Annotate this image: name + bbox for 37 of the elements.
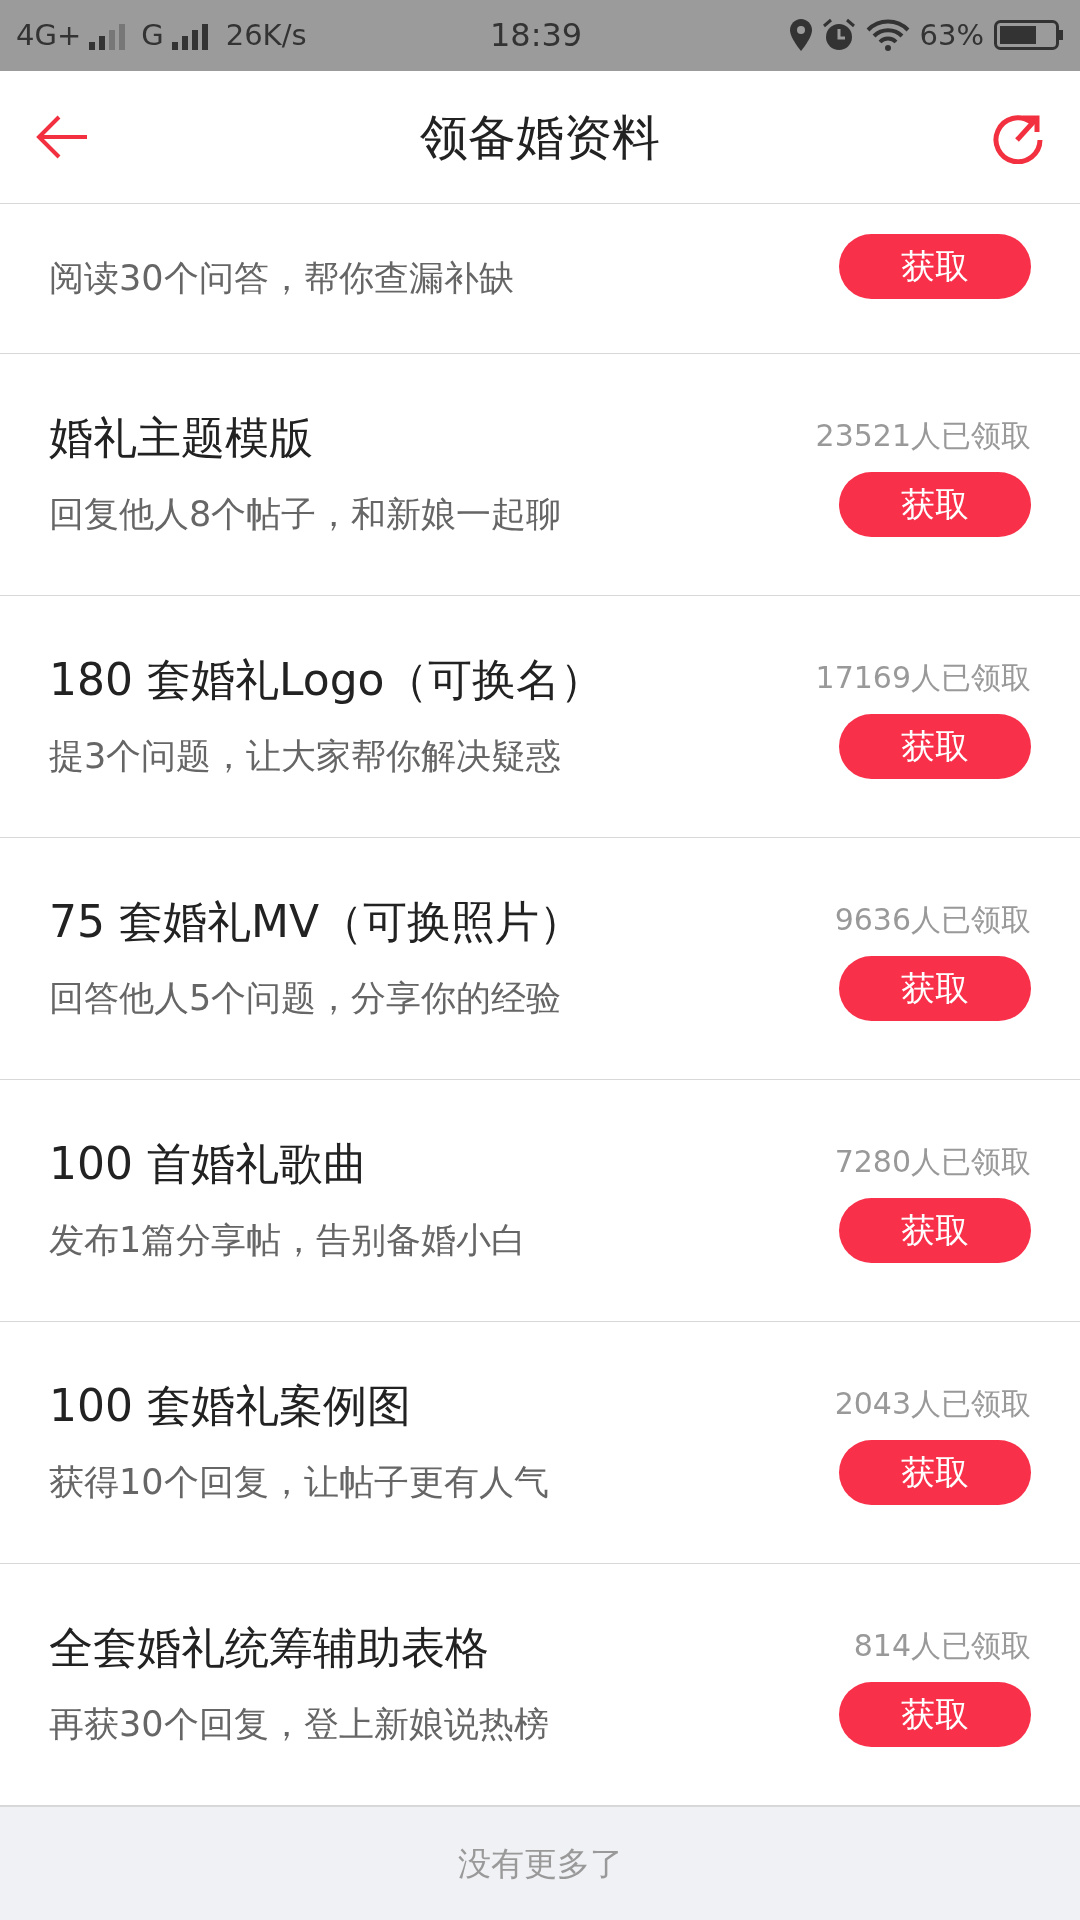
claim-count: 17169人已领取	[815, 659, 1031, 698]
resource-title: 100 套婚礼案例图	[49, 1379, 412, 1434]
claim-count: 2043人已领取	[834, 1385, 1031, 1424]
battery-icon	[994, 20, 1064, 51]
resource-requirement: 再获30个回复，登上新娘说热榜	[49, 1703, 549, 1747]
alarm-icon	[821, 18, 856, 53]
network-label: 4G+	[16, 16, 82, 54]
get-button[interactable]: 获取	[839, 956, 1031, 1022]
resource-requirement: 发布1篇分享帖，告别备婚小白	[49, 1219, 527, 1263]
battery-percent: 63%	[919, 16, 984, 54]
end-of-list-label: 没有更多了	[457, 1842, 623, 1885]
get-button[interactable]: 获取	[839, 1440, 1031, 1506]
get-button[interactable]: 获取	[839, 1198, 1031, 1264]
resource-title: 全套婚礼统筹辅助表格	[49, 1621, 490, 1676]
claim-count: 9636人已领取	[834, 901, 1031, 940]
resource-title: 100 首婚礼歌曲	[49, 1137, 368, 1192]
resource-requirement: 回复他人8个帖子，和新娘一起聊	[49, 493, 562, 537]
get-button[interactable]: 获取	[839, 472, 1031, 538]
network-label: G	[141, 16, 164, 54]
claim-count: 814人已领取	[853, 1627, 1031, 1666]
location-icon	[789, 19, 812, 52]
wifi-icon	[865, 19, 910, 52]
get-button[interactable]: 获取	[839, 234, 1031, 300]
speed-label: 26K/s	[225, 16, 307, 54]
resource-requirement: 获得10个回复，让帖子更有人气	[49, 1461, 549, 1505]
resource-requirement: 提3个问题，让大家帮你解决疑惑	[49, 735, 563, 779]
get-button[interactable]: 获取	[839, 714, 1031, 780]
clock: 18:39	[490, 15, 583, 57]
get-button[interactable]: 获取	[839, 1682, 1031, 1748]
resource-requirement: 回答他人5个问题，分享你的经验	[49, 977, 563, 1021]
resource-title: 婚礼主题模版	[49, 411, 314, 466]
resource-requirement: 阅读30个问答，帮你查漏补缺	[49, 257, 514, 301]
page-title: 领备婚资料	[420, 108, 660, 168]
claim-count: 7280人已领取	[834, 1143, 1031, 1182]
claim-count: 23521人已领取	[815, 417, 1031, 456]
resource-title: 180 套婚礼Logo（可换名）	[49, 653, 605, 708]
resource-title: 75 套婚礼MV（可换照片）	[49, 895, 584, 950]
